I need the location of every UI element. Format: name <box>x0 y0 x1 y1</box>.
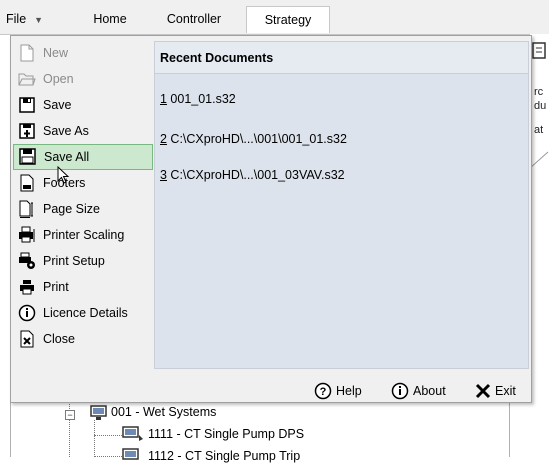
strategy-node-icon <box>122 448 139 460</box>
menu-item-label: New <box>43 46 69 60</box>
recent-documents-title: Recent Documents <box>155 42 528 74</box>
menu-item-page-size[interactable]: Page Size <box>13 196 153 222</box>
background-panel: rc du at <box>530 34 549 374</box>
recent-document-number: 1 <box>160 92 167 106</box>
menu-item-save-all[interactable]: Save All <box>13 144 153 170</box>
menu-item-label: Page Size <box>43 202 100 216</box>
about-label: About <box>413 384 446 398</box>
strategy-tree: − 001 - Wet Systems 1111 - CT Single Pum… <box>10 400 510 463</box>
menu-item-label: Print <box>43 280 69 294</box>
new-document-icon <box>17 43 37 63</box>
help-label: Help <box>336 384 362 398</box>
menu-item-print-setup[interactable]: Print Setup <box>13 248 153 274</box>
group-node-icon <box>90 405 107 420</box>
menu-item-save-as[interactable]: Save As <box>13 118 153 144</box>
menu-item-label: Close <box>43 332 75 346</box>
footers-icon <box>17 173 37 193</box>
printer-icon <box>17 277 37 297</box>
collapse-toggle[interactable]: − <box>65 410 75 420</box>
tab-strategy[interactable]: Strategy <box>246 6 330 33</box>
menu-item-printer-scaling[interactable]: Printer Scaling <box>13 222 153 248</box>
print-setup-icon <box>17 251 37 271</box>
menu-item-save[interactable]: Save <box>13 92 153 118</box>
menu-item-new[interactable]: New <box>13 40 153 66</box>
help-button[interactable]: ? Help <box>314 380 362 402</box>
tab-file[interactable]: File ▼ <box>6 8 66 30</box>
tree-node-label[interactable]: 1112 - CT Single Pump Trip <box>148 449 300 463</box>
tab-controller[interactable]: Controller <box>154 8 234 30</box>
menu-item-print[interactable]: Print <box>13 274 153 300</box>
about-button[interactable]: About <box>391 380 446 402</box>
tree-node-label[interactable]: 001 - Wet Systems <box>111 405 216 419</box>
recent-documents-panel: Recent Documents 1 001_01.s32 2 C:\CXpro… <box>154 41 529 369</box>
menu-item-label: Print Setup <box>43 254 105 268</box>
file-menu: New Open Save Save As Save All Page Size… <box>10 35 532 403</box>
toolbar-icon <box>532 42 546 59</box>
menu-item-label: Save As <box>43 124 89 138</box>
save-all-icon <box>18 147 38 167</box>
menu-item-licence-details[interactable]: Licence Details <box>13 300 153 326</box>
exit-x-icon <box>475 383 491 399</box>
printer-scaling-icon <box>17 225 37 245</box>
mouse-cursor-icon <box>57 166 70 184</box>
recent-document-path: C:\CXproHD\...\001_03VAV.s32 <box>166 168 345 182</box>
open-folder-icon <box>17 69 37 89</box>
info-icon <box>17 303 37 323</box>
ribbon-tab-bar: File ▼ Home Controller Strategy <box>0 0 549 35</box>
menu-item-label: Licence Details <box>43 306 128 320</box>
save-as-icon <box>17 121 37 141</box>
background-text: rc <box>534 86 544 98</box>
tab-home[interactable]: Home <box>80 8 140 30</box>
svg-text:?: ? <box>320 386 327 398</box>
menu-item-label: Printer Scaling <box>43 228 125 242</box>
background-divider <box>530 151 549 169</box>
tab-file-label: File <box>6 12 27 26</box>
exit-label: Exit <box>495 384 516 398</box>
recent-document-number: 3 <box>160 168 167 182</box>
about-icon <box>391 382 409 400</box>
exit-button[interactable]: Exit <box>475 380 516 402</box>
menu-item-open[interactable]: Open <box>13 66 153 92</box>
background-text: du <box>534 100 547 112</box>
close-icon <box>17 329 37 349</box>
recent-document-1[interactable]: 1 001_01.s32 <box>160 92 236 106</box>
strategy-node-icon <box>122 426 143 441</box>
chevron-down-icon: ▼ <box>34 15 44 25</box>
menu-item-close[interactable]: Close <box>13 326 153 352</box>
background-text: at <box>534 124 544 136</box>
menu-item-label: Save All <box>44 150 90 164</box>
tree-node-label[interactable]: 1111 - CT Single Pump DPS <box>148 427 304 441</box>
menu-item-label: Save <box>43 98 72 112</box>
page-size-icon <box>17 199 37 219</box>
help-icon: ? <box>314 382 332 400</box>
recent-document-3[interactable]: 3 C:\CXproHD\...\001_03VAV.s32 <box>160 168 345 182</box>
recent-document-path: C:\CXproHD\...\001\001_01.s32 <box>166 132 347 146</box>
recent-document-2[interactable]: 2 C:\CXproHD\...\001\001_01.s32 <box>160 132 347 146</box>
save-icon <box>17 95 37 115</box>
menu-item-label: Open <box>43 72 74 86</box>
menu-item-footers[interactable]: Footers <box>13 170 153 196</box>
recent-document-path: 001_01.s32 <box>166 92 236 106</box>
recent-document-number: 2 <box>160 132 167 146</box>
